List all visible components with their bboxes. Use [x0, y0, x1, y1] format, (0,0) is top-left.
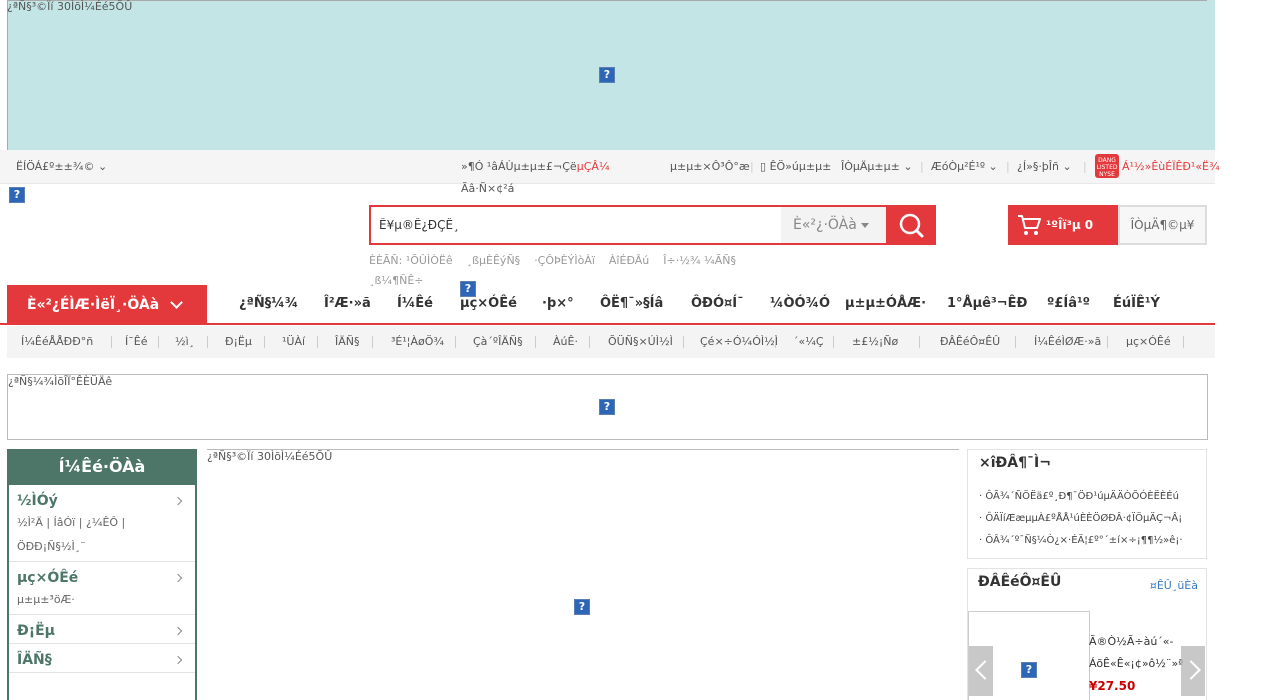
category-title[interactable]: µç×ÓÊé: [17, 568, 187, 588]
nav-link[interactable]: 1°Åµê³¬ÊÐ: [947, 285, 1027, 323]
news-item[interactable]: · ÔÄÏíÆæµµÀ£ºÅÅ¹úÈÈÖØÐÂ·¢ÏÖµÄÇ¬Â¡: [979, 508, 1204, 530]
subnav-link[interactable]: Çé×÷Ó¼ÓÌ½Ì: [700, 335, 778, 348]
subnav-link[interactable]: Ð¡Ëµ: [225, 335, 252, 348]
broken-image-icon: ?: [574, 599, 590, 615]
news-title: ×îÐÂ¶¯Ì¬: [979, 455, 1051, 471]
category-title[interactable]: ÎÄÑ§: [17, 650, 187, 670]
subnav-link[interactable]: ÐÂÊéÔ¤ÊÛ: [940, 335, 1000, 348]
login-link[interactable]: µÇÂ¼: [577, 160, 610, 173]
nav-link[interactable]: Î²Æ·»ã: [324, 285, 371, 323]
chevron-down-icon: [170, 296, 183, 309]
promo-title: ÐÂÊéÔ¤ÊÛ: [978, 574, 1062, 590]
subnav-link[interactable]: ÀúÊ·: [553, 335, 578, 348]
nav-link[interactable]: º£Íâ¹º: [1047, 285, 1090, 323]
category-desc: µ±µ±³öÆ·: [17, 593, 75, 606]
logo-broken-image-icon[interactable]: ?: [9, 187, 25, 203]
nav-link[interactable]: ÔÐÓ¤Í¯: [691, 285, 744, 323]
sub-nav: Í¼ÊéÅÅÐÐ°ñ Í¯Êé ½ì¸ Ð¡Ëµ ¹ÜÀí ÎÄÑ§ ³É¹¦À…: [7, 326, 1215, 358]
banner-alt-text: ¿ªÑ§³©Ïí 30ÌõÌ¼Éé5ÕÛ: [7, 0, 133, 13]
broken-image-icon: ?: [460, 281, 476, 297]
hot-word[interactable]: ·ÇÔÞÈÝÌòÀï: [534, 254, 595, 267]
main-nav: È«²¿ÉÌÆ·ÌëÏ¸·ÖÀà ¿ªÑ§¼¾ Î²Æ·»ã Í¼Êé µç×Ó…: [0, 285, 1215, 325]
subnav-link[interactable]: Í¼ÊéÌØÆ·»ã: [1034, 335, 1101, 348]
top-banner[interactable]: ¿ªÑ§³©Ïí 30ÌõÌ¼Éé5ÕÛ ?: [0, 0, 1215, 150]
search-bar: È«²¿·ÖÀà: [369, 205, 936, 245]
nav-link[interactable]: ÉúÏÊ¹Ý: [1113, 285, 1160, 323]
search-input[interactable]: [371, 207, 781, 243]
prev-arrow-button[interactable]: [969, 646, 993, 696]
broken-image-icon: ?: [599, 399, 615, 415]
slider-alt-text: ¿ªÑ§³©Ïí 30ÌõÌ¼Éé5ÕÛ: [207, 450, 333, 463]
my-orders-link[interactable]: µ±µ±×Ô³Ô°æ: [670, 160, 750, 173]
category-desc: ½Ì²Ä | ÍâÓï | ¿¼ÊÔ | ÖÐÐ¡Ñ§½Ì¸¨: [17, 516, 126, 553]
subnav-link[interactable]: Çà´ºÎÄÑ§: [473, 335, 523, 348]
nav-link[interactable]: ¿ªÑ§¼¾: [239, 285, 298, 323]
listed-company-logo: DANG LISTED NYSE: [1095, 154, 1119, 178]
listed-company-link[interactable]: Á¹½»ÊùÉÏÊÐ¹«Ë¾: [1122, 160, 1220, 173]
subnav-link[interactable]: ÕÜÑ§×ÚÌ½Ì: [608, 335, 673, 348]
subnav-link[interactable]: ´«¼Ç: [793, 335, 824, 348]
news-item[interactable]: · ÔÂ¾´º¯Ñ§¼Ò¿×·ÉÄ¦£º°´±í×÷¡¶¶½»ê¡·: [979, 530, 1204, 552]
category-group[interactable]: ÎÄÑ§: [9, 644, 195, 673]
search-icon: [899, 213, 924, 238]
nav-link[interactable]: ¼ÒÓ¾Ó: [770, 285, 830, 323]
category-menu-title: Í¼Êé·ÖÀà: [9, 451, 195, 485]
nav-link[interactable]: Í¼Êé: [397, 285, 433, 323]
news-panel: ×îÐÂ¶¯Ì¬ · ÔÃ¾´ÑÖËä£º¸Ð¶¯ÖÐ¹úµÄÄÒÕÓÈËÈÉú…: [967, 449, 1207, 559]
hot-word[interactable]: ¸ßµÈÊýÑ§: [467, 254, 521, 267]
my-order-button[interactable]: ÎÒµÄ¶©µ¥: [1118, 205, 1207, 245]
subnav-link[interactable]: ½ì¸: [175, 335, 194, 348]
all-categories-button[interactable]: È«²¿ÉÌÆ·ÌëÏ¸·ÖÀà: [7, 285, 207, 325]
nav-link[interactable]: ÔË¶¯»§Íâ: [600, 285, 663, 323]
nav-link[interactable]: µ±µ±ÓÅÆ·: [845, 285, 926, 323]
category-desc: [17, 670, 187, 672]
welcome-text: »¶Ó ¹âÁÙµ±µ±£¬ÇëµÇÂ¼: [461, 160, 610, 173]
hot-word[interactable]: ÈÈÃÑ: ¹ÕÛÌÒËê: [369, 254, 453, 267]
ad-banner[interactable]: ¿ªÑ§¼¾ÌõÎÏ°ÊÈÜÄê ?: [7, 374, 1208, 440]
broken-image-icon: ?: [599, 67, 615, 83]
my-dangdang-link[interactable]: ÎÒµÄµ±µ± ⌄: [841, 160, 913, 173]
subnav-link[interactable]: ±£½¡Ñø: [852, 335, 898, 348]
category-desc: [17, 641, 187, 643]
next-arrow-button[interactable]: [1181, 646, 1205, 696]
ad-alt-text: ¿ªÑ§¼¾ÌõÎÏ°ÊÈÜÄê: [8, 375, 113, 388]
main-slider[interactable]: ¿ªÑ§³©Ïí 30ÌõÌ¼Éé5ÕÛ ?: [207, 449, 959, 700]
banner-border-left: [7, 0, 8, 150]
news-item[interactable]: · ÔÃ¾´ÑÖËä£º¸Ð¶¯ÖÐ¹úµÄÄÒÕÓÈËÈÉú: [979, 486, 1204, 508]
cart-count: 0: [1084, 218, 1094, 232]
category-group[interactable]: ½ÌÓý ½Ì²Ä | ÍâÓï | ¿¼ÊÔ | ÖÐÐ¡Ñ§½Ì¸¨: [9, 485, 195, 562]
subnav-link[interactable]: ³É¹¦ÀøÖ¾: [391, 335, 444, 348]
hot-word[interactable]: ÀîÉÐÂú: [609, 254, 649, 267]
service-link[interactable]: ¿Í»§·þÎñ ⌄: [1017, 160, 1072, 173]
cart-button[interactable]: ¹ºÎï³µ 0: [1008, 205, 1118, 245]
cart-icon: [1018, 215, 1041, 235]
register-link[interactable]: Ãâ·Ñ×¢²á: [461, 182, 514, 195]
search-button[interactable]: [886, 205, 936, 245]
subnav-link[interactable]: ¹ÜÀí: [282, 335, 305, 348]
enterprise-link[interactable]: ÆóÒµ²É¹º ⌄: [931, 160, 998, 173]
chevron-down-icon: ⌄: [97, 160, 108, 173]
subnav-link[interactable]: Í¼ÊéÅÅÐÐ°ñ: [21, 335, 93, 348]
category-title[interactable]: Ð¡Ëµ: [17, 621, 187, 641]
category-menu: Í¼Êé·ÖÀà ½ÌÓý ½Ì²Ä | ÍâÓï | ¿¼ÊÔ | ÖÐÐ¡Ñ…: [7, 449, 197, 700]
category-group[interactable]: µç×ÓÊé µ±µ±³öÆ·: [9, 562, 195, 615]
top-bar: ËÍÖÁ£º±±¾© ⌄ »¶Ó ¹âÁÙµ±µ±£¬ÇëµÇÂ¼ Ãâ·Ñ×¢…: [0, 150, 1220, 195]
subnav-link[interactable]: ÎÄÑ§: [335, 335, 360, 348]
subnav-link[interactable]: Í¯Êé: [125, 335, 147, 348]
broken-image-icon: ?: [1021, 662, 1037, 678]
mobile-link[interactable]: ▯ ÊÖ»úµ±µ±: [760, 160, 831, 173]
phone-icon: ▯: [760, 160, 767, 173]
delivery-location-selector[interactable]: ËÍÖÁ£º±±¾© ⌄: [16, 160, 107, 173]
hot-word[interactable]: Î÷·½¾ ¼ÃÑ§: [663, 254, 736, 267]
subnav-link[interactable]: µç×ÓÊé: [1126, 335, 1171, 348]
category-title[interactable]: ½ÌÓý: [17, 491, 187, 511]
category-group[interactable]: Ð¡Ëµ: [9, 615, 195, 644]
caret-down-icon: [860, 222, 869, 228]
more-link[interactable]: ¤ÊÛ¸üÈà: [1150, 579, 1198, 592]
banner-border: [7, 0, 1207, 1]
search-category-select[interactable]: È«²¿·ÖÀà: [781, 207, 886, 243]
new-book-panel: ÐÂÊéÔ¤ÊÛ ¤ÊÛ¸üÈà ? Ã®Ò½Ã÷àú´«- ÁõÊ«Ê«¡¢»…: [967, 568, 1207, 700]
nav-link[interactable]: ·þ×°: [542, 285, 574, 323]
